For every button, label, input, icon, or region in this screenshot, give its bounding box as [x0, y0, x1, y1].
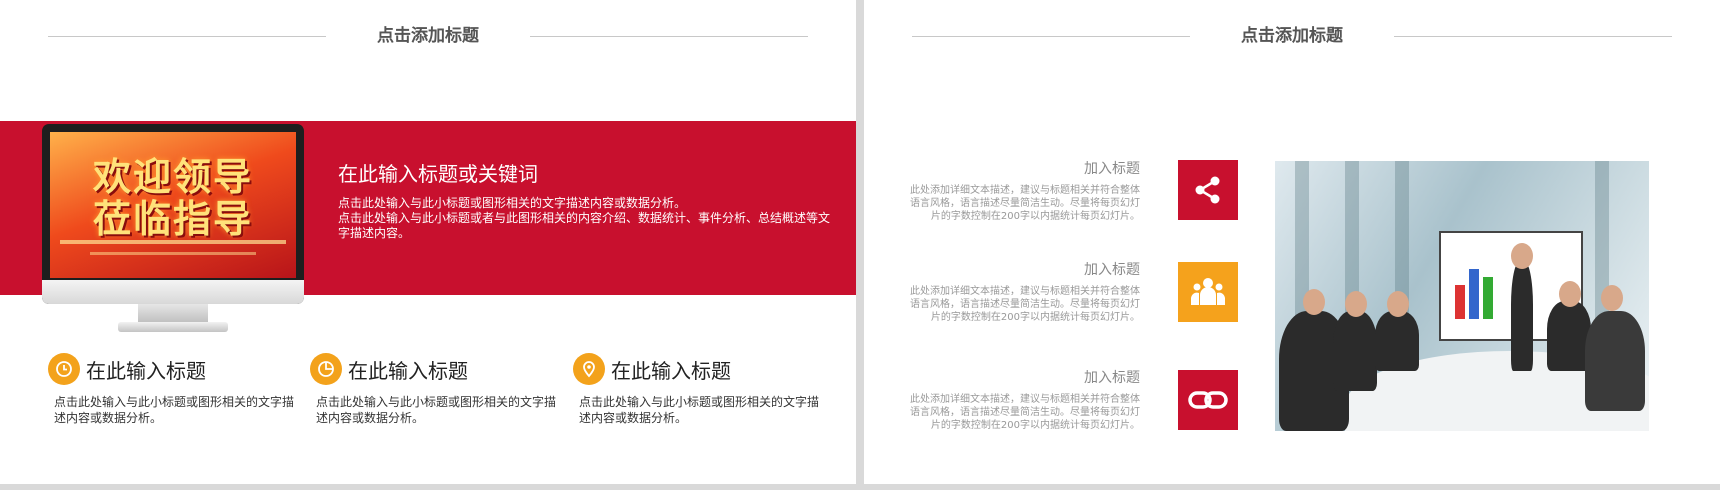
photo-person-head [1559, 281, 1581, 307]
pie-chart-icon [310, 353, 342, 385]
monitor-foot [118, 322, 228, 332]
feature-text[interactable]: 点击此处输入与此小标题或图形相关的文字描述内容或数据分析。 [310, 394, 560, 426]
location-pin-icon [573, 353, 605, 385]
feature-title[interactable]: 在此输入标题 [86, 355, 206, 384]
band-text-line: 点击此处输入与此小标题或图形相关的文字描述内容或数据分析。 [338, 196, 687, 210]
screen-headline-2: 莅临指导 [92, 197, 253, 241]
photo-person [1511, 261, 1533, 371]
item-title[interactable]: 加入标题 [908, 367, 1140, 387]
feature-1: 在此输入标题 点击此处输入与此小标题或图形相关的文字描述内容或数据分析。 [48, 352, 298, 426]
whiteboard-bar [1483, 277, 1493, 319]
photo-person-head [1303, 289, 1325, 315]
feature-text[interactable]: 点击此处输入与此小标题或图形相关的文字描述内容或数据分析。 [573, 394, 823, 426]
feature-text[interactable]: 点击此处输入与此小标题或图形相关的文字描述内容或数据分析。 [48, 394, 298, 426]
feature-head: 在此输入标题 [310, 352, 560, 386]
item-title[interactable]: 加入标题 [908, 158, 1140, 178]
title-divider-right [530, 36, 808, 37]
photo-person-head [1387, 291, 1409, 317]
band-text[interactable]: 点击此处输入与此小标题或图形相关的文字描述内容或数据分析。 点击此处输入与此小标… [338, 196, 830, 241]
feature-head: 在此输入标题 [48, 352, 298, 386]
item-text[interactable]: 此处添加详细文本描述，建议与标题相关并符合整体语言风格，语言描述尽量简洁生动。尽… [908, 393, 1140, 432]
photo-person [1375, 311, 1419, 371]
title-divider-right [1394, 36, 1672, 37]
item-text[interactable]: 此处添加详细文本描述，建议与标题相关并符合整体语言风格，语言描述尽量简洁生动。尽… [908, 184, 1140, 223]
title-row: 点击添加标题 [48, 22, 808, 50]
slide-left: 点击添加标题 欢迎领导 莅临指导 在此输入标题或关键词 点击此处输入与此小标题或… [0, 0, 856, 484]
title-row: 点击添加标题 [912, 22, 1672, 50]
whiteboard-bar [1455, 285, 1465, 319]
slide-right: 点击添加标题 加入标题 此处添加详细文本描述，建议与标题相关并符合整体语言风格，… [864, 0, 1720, 484]
band-title[interactable]: 在此输入标题或关键词 [338, 158, 538, 187]
photo-person-head [1345, 291, 1367, 317]
text-item-1: 加入标题 此处添加详细文本描述，建议与标题相关并符合整体语言风格，语言描述尽量简… [908, 158, 1140, 223]
text-item-2: 加入标题 此处添加详细文本描述，建议与标题相关并符合整体语言风格，语言描述尽量简… [908, 259, 1140, 324]
whiteboard-bar [1469, 269, 1479, 319]
text-item-3: 加入标题 此处添加详细文本描述，建议与标题相关并符合整体语言风格，语言描述尽量简… [908, 367, 1140, 432]
monitor-screen: 欢迎领导 莅临指导 [50, 132, 296, 278]
band-text-line: 点击此处输入与此小标题或者与此图形相关的内容介绍、数据统计、事件分析、总结概述等… [338, 211, 831, 240]
monitor-chin [42, 280, 304, 304]
photo-person [1585, 311, 1645, 411]
feature-title[interactable]: 在此输入标题 [348, 355, 468, 384]
link-icon [1178, 370, 1238, 430]
share-icon [1178, 160, 1238, 220]
monitor-bezel: 欢迎领导 莅临指导 [42, 124, 304, 304]
photo-person-head [1511, 243, 1533, 269]
screen-subtitle-bar [60, 240, 286, 244]
monitor-stand [138, 304, 208, 324]
meeting-photo [1275, 161, 1649, 431]
clock-icon [48, 353, 80, 385]
feature-title[interactable]: 在此输入标题 [611, 355, 731, 384]
photo-person-head [1601, 285, 1623, 311]
photo-person [1333, 311, 1377, 391]
item-text[interactable]: 此处添加详细文本描述，建议与标题相关并符合整体语言风格，语言描述尽量简洁生动。尽… [908, 285, 1140, 324]
monitor-image: 欢迎领导 莅临指导 [42, 124, 304, 338]
feature-2: 在此输入标题 点击此处输入与此小标题或图形相关的文字描述内容或数据分析。 [310, 352, 560, 426]
feature-head: 在此输入标题 [573, 352, 823, 386]
screen-subtitle-bar [90, 252, 256, 255]
item-title[interactable]: 加入标题 [908, 259, 1140, 279]
team-icon [1178, 262, 1238, 322]
feature-3: 在此输入标题 点击此处输入与此小标题或图形相关的文字描述内容或数据分析。 [573, 352, 823, 426]
